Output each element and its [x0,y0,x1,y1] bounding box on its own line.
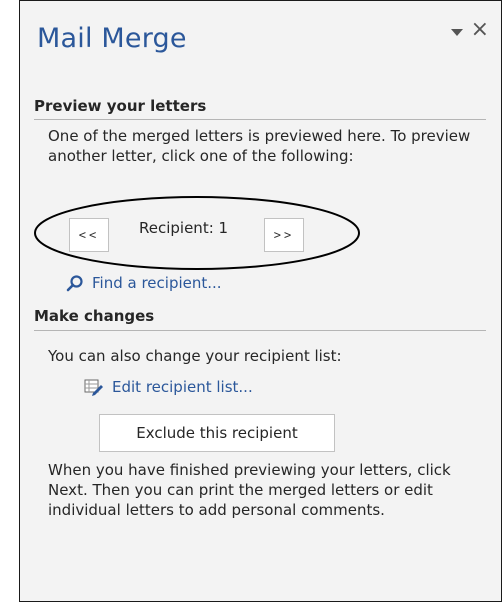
changes-divider [34,330,486,331]
preview-divider [34,119,486,120]
dropdown-arrow-icon[interactable] [450,28,463,36]
find-recipient-link[interactable]: Find a recipient... [66,274,222,292]
edit-recipient-list-label: Edit recipient list... [112,378,253,396]
previous-recipient-button[interactable]: << [69,218,109,252]
preview-description: One of the merged letters is previewed h… [48,127,471,165]
mail-merge-pane: Mail Merge × Preview your letters One of… [19,0,502,602]
edit-list-icon [84,379,103,396]
find-recipient-label: Find a recipient... [92,274,222,292]
recipient-label: Recipient: 1 [139,219,229,237]
changes-heading: Make changes [34,307,155,325]
search-icon [66,275,83,292]
next-recipient-button[interactable]: >> [264,218,304,252]
close-icon[interactable]: × [471,19,489,41]
pane-title: Mail Merge [37,23,187,54]
changes-description: You can also change your recipient list: [48,347,342,365]
edit-recipient-list-link[interactable]: Edit recipient list... [84,378,253,396]
exclude-recipient-button[interactable]: Exclude this recipient [99,414,335,452]
pane-controls: × [450,19,489,41]
finish-instructions: When you have finished previewing your l… [48,461,451,519]
preview-heading: Preview your letters [34,97,207,115]
